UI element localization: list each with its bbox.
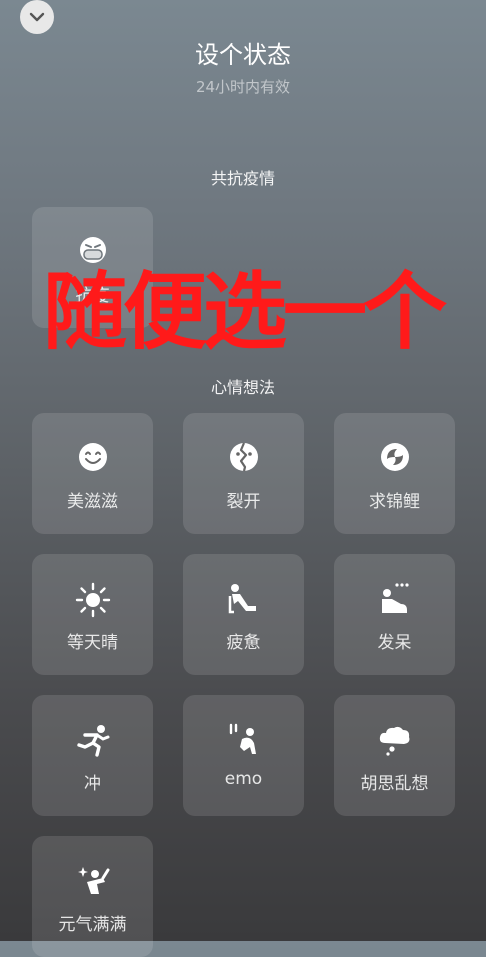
status-tile-label: 等天晴 <box>67 633 118 653</box>
cracked-face-icon <box>229 442 258 472</box>
status-tile-yuanqimanman[interactable]: 元气满满 <box>32 836 153 957</box>
status-tile-label: 胡思乱想 <box>360 774 429 794</box>
status-tile-label: 冲 <box>84 774 101 794</box>
daze-person-icon <box>381 583 409 613</box>
sun-icon <box>75 582 110 618</box>
masked-face-icon <box>79 237 106 263</box>
status-tile-label: 美滋滋 <box>67 492 118 512</box>
smile-face-icon <box>78 443 107 471</box>
overlay-caption: 随便选一个 <box>42 263 447 361</box>
status-tile-chong[interactable]: 冲 <box>32 695 153 816</box>
status-tile-fadai[interactable]: 发呆 <box>334 554 455 675</box>
collapse-button[interactable] <box>20 0 54 34</box>
status-tile-qiujinli[interactable]: 求锦鲤 <box>334 413 455 534</box>
tired-person-icon <box>228 584 256 614</box>
section-title-mood: 心情想法 <box>210 378 275 397</box>
emo-person-icon <box>229 723 256 754</box>
status-tile-label: 求锦鲤 <box>369 492 420 512</box>
status-tile-emo[interactable]: emo <box>183 695 304 816</box>
section-title-epidemic: 共抗疫情 <box>210 169 275 188</box>
status-tile-label: 裂开 <box>226 492 261 512</box>
page-subtitle: 24小时内有效 <box>195 78 291 96</box>
status-tile-dengtianqing[interactable]: 等天晴 <box>32 554 153 675</box>
status-tile-liekai[interactable]: 裂开 <box>183 413 304 534</box>
chevron-down-icon <box>29 12 45 22</box>
status-tile-pibei[interactable]: 疲惫 <box>183 554 304 675</box>
koi-fish-icon <box>380 443 409 471</box>
running-person-icon <box>76 725 109 757</box>
status-tile-label: 疲惫 <box>226 633 261 653</box>
status-tile-meizizi[interactable]: 美滋滋 <box>32 413 153 534</box>
status-tile-label: 发呆 <box>377 633 412 653</box>
status-tile-label: emo <box>224 769 263 789</box>
status-tile-label: 元气满满 <box>58 915 127 935</box>
page-title: 设个状态 <box>195 41 291 69</box>
energetic-person-icon <box>77 867 109 894</box>
thought-cloud-icon <box>379 726 409 756</box>
status-tile-husiluanxiang[interactable]: 胡思乱想 <box>334 695 455 816</box>
